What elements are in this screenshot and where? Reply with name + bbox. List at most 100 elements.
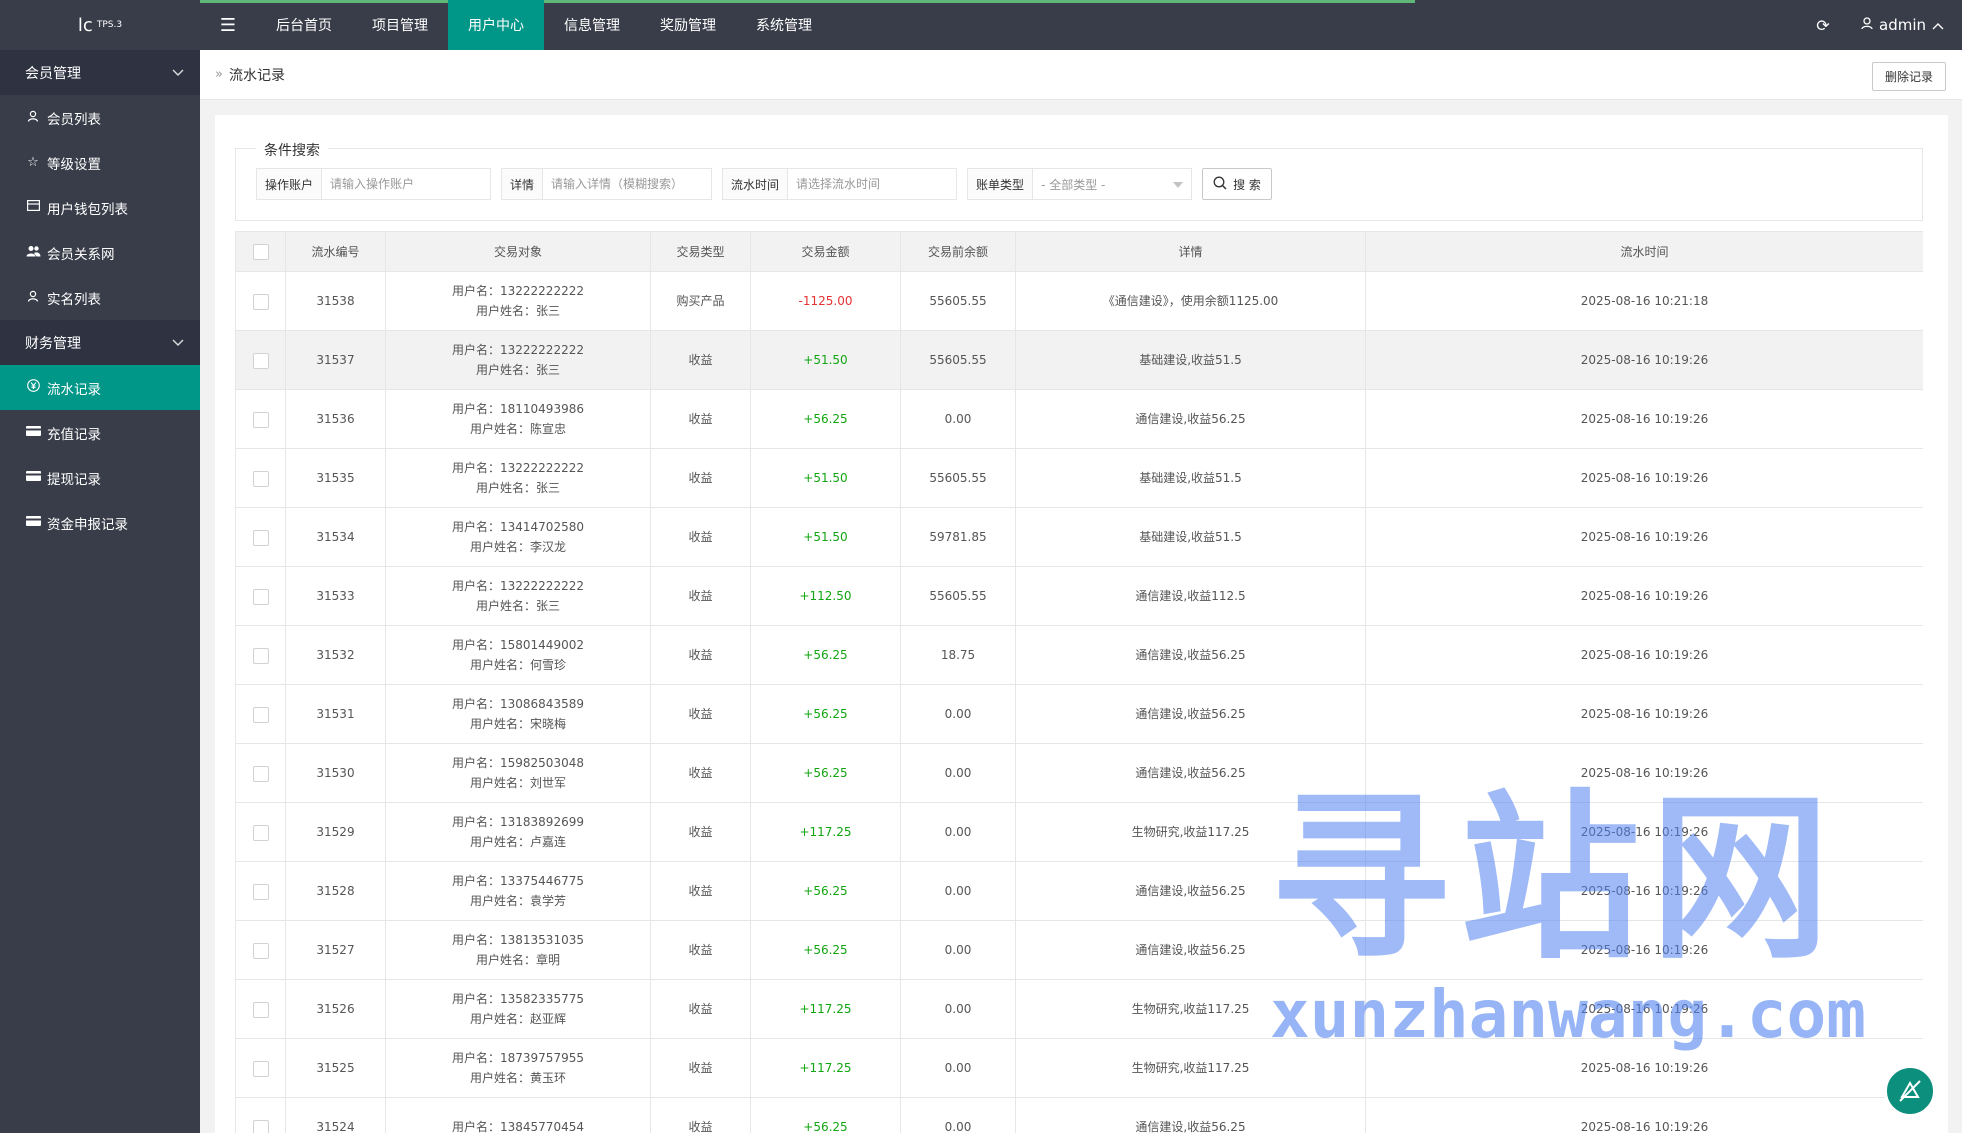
sidebar-item-recharge-records[interactable]: 充值记录	[0, 410, 200, 455]
table-row[interactable]: 31530 用户名：15982503048 用户姓名：刘世军 收益 +56.25 0.00…	[235, 743, 1923, 803]
cell-detail: 基础建设,收益51.5	[1015, 448, 1366, 508]
cell-realname: 用户姓名：刘世军	[469, 776, 566, 790]
column-header-type[interactable]: 交易类型	[650, 231, 751, 272]
cell-target: 用户名：13582335775 用户姓名：赵亚辉	[385, 979, 651, 1039]
topnav-item-home[interactable]: 后台首页	[256, 0, 352, 50]
time-input[interactable]	[788, 169, 957, 199]
row-checkbox[interactable]	[252, 470, 269, 487]
select-all-checkbox[interactable]	[252, 243, 269, 260]
row-checkbox[interactable]	[252, 1060, 269, 1077]
table-row[interactable]: 31526 用户名：13582335775 用户姓名：赵亚辉 收益 +117.25 0.0…	[235, 979, 1923, 1039]
floating-logo-icon[interactable]	[1884, 1065, 1936, 1117]
row-checkbox[interactable]	[252, 647, 269, 664]
row-checkbox[interactable]	[252, 293, 269, 310]
app-logo[interactable]: lc TPS.3	[0, 0, 200, 50]
search-legend: 条件搜索	[256, 140, 328, 160]
table-row[interactable]: 31527 用户名：13813531035 用户姓名：章明 收益 +56.25 0.00 通…	[235, 920, 1923, 980]
sidebar-group-members[interactable]: 会员管理	[0, 50, 200, 95]
sidebar-item-wallet-list[interactable]: 用户钱包列表	[0, 185, 200, 230]
topnav-item-info[interactable]: 信息管理	[544, 0, 640, 50]
user-menu[interactable]: admin	[1851, 0, 1962, 50]
topnav-item-rewards[interactable]: 奖励管理	[640, 0, 736, 50]
card-icon	[25, 470, 41, 485]
sidebar-item-member-network[interactable]: 会员关系网	[0, 230, 200, 275]
cell-username: 用户名：13813531035	[452, 933, 584, 947]
delete-records-button[interactable]: 删除记录	[1871, 62, 1946, 91]
sidebar-item-member-list[interactable]: 会员列表	[0, 95, 200, 140]
type-select[interactable]: - 全部类型 -	[1033, 169, 1191, 199]
logo-version: TPS.3	[96, 20, 123, 30]
topnav-item-user-center[interactable]: 用户中心	[448, 0, 544, 50]
cell-detail: 生物研究,收益117.25	[1015, 1038, 1366, 1098]
wallet-icon	[25, 200, 41, 215]
sidebar-group-finance[interactable]: 财务管理	[0, 320, 200, 365]
table-row[interactable]: 31524 用户名：13845770454 收益 +56.25 0.00 通信建设,收益5…	[235, 1097, 1923, 1133]
refresh-icon[interactable]: ⟳	[1795, 0, 1851, 50]
table-row[interactable]: 31533 用户名：13222222222 用户姓名：张三 收益 +112.50 5560…	[235, 566, 1923, 626]
cell-type: 收益	[650, 389, 751, 449]
cell-username: 用户名：13222222222	[452, 461, 584, 475]
cell-time: 2025-08-16 10:19:26	[1365, 448, 1923, 508]
sidebar-item-fund-declaration-records[interactable]: 资金申报记录	[0, 500, 200, 545]
sidebar-item-level-settings[interactable]: ☆ 等级设置	[0, 140, 200, 185]
table-row[interactable]: 31534 用户名：13414702580 用户姓名：李汉龙 收益 +51.50 5978…	[235, 507, 1923, 567]
column-header-before-balance[interactable]: 交易前余额	[900, 231, 1016, 272]
table-row[interactable]: 31537 用户名：13222222222 用户姓名：张三 收益 +51.50 55605…	[235, 330, 1923, 390]
row-checkbox[interactable]	[252, 942, 269, 959]
cell-type: 收益	[650, 684, 751, 744]
cell-time: 2025-08-16 10:19:26	[1365, 1097, 1923, 1133]
table-row[interactable]: 31536 用户名：18110493986 用户姓名：陈宣忠 收益 +56.25 0.00…	[235, 389, 1923, 449]
sidebar-item-realname-list[interactable]: 实名列表	[0, 275, 200, 320]
row-checkbox[interactable]	[252, 706, 269, 723]
sidebar-item-withdraw-records[interactable]: 提现记录	[0, 455, 200, 500]
detail-input[interactable]	[543, 169, 712, 199]
topnav-item-system[interactable]: 系统管理	[736, 0, 832, 50]
user-icon	[1861, 16, 1873, 34]
table-row[interactable]: 31529 用户名：13183892699 用户姓名：卢嘉连 收益 +117.25 0.0…	[235, 802, 1923, 862]
table-row[interactable]: 31538 用户名：13222222222 用户姓名：张三 购买产品 -1125.00 5…	[235, 271, 1923, 331]
row-checkbox[interactable]	[252, 1119, 269, 1133]
cell-id: 31524	[285, 1097, 386, 1133]
column-header-time[interactable]: 流水时间	[1365, 231, 1923, 272]
cell-username: 用户名：18110493986	[452, 402, 584, 416]
table-row[interactable]: 31531 用户名：13086843589 用户姓名：宋晓梅 收益 +56.25 0.00…	[235, 684, 1923, 744]
chevron-down-icon	[172, 336, 184, 350]
row-checkbox[interactable]	[252, 765, 269, 782]
account-input[interactable]	[322, 169, 491, 199]
account-field-label: 操作账户	[257, 169, 323, 199]
table-row[interactable]: 31532 用户名：15801449002 用户姓名：何雪珍 收益 +56.25 18.7…	[235, 625, 1923, 685]
table-row[interactable]: 31528 用户名：13375446775 用户姓名：袁学芳 收益 +56.25 0.00…	[235, 861, 1923, 921]
table-row[interactable]: 31525 用户名：18739757955 用户姓名：黄玉环 收益 +117.25 0.0…	[235, 1038, 1923, 1098]
row-checkbox[interactable]	[252, 411, 269, 428]
cell-realname: 用户姓名：张三	[475, 599, 560, 613]
cell-detail: 通信建设,收益56.25	[1015, 920, 1366, 980]
column-header-id[interactable]: 流水编号	[285, 231, 386, 272]
topnav-item-projects[interactable]: 项目管理	[352, 0, 448, 50]
row-checkbox[interactable]	[252, 529, 269, 546]
cell-detail: 通信建设,收益56.25	[1015, 389, 1366, 449]
top-header: lc TPS.3 ☰ 后台首页 项目管理 用户中心 信息管理 奖励管理 系统管理 …	[0, 0, 1962, 50]
table-row[interactable]: 31535 用户名：13222222222 用户姓名：张三 收益 +51.50 55605…	[235, 448, 1923, 508]
sidebar-item-flow-records[interactable]: 流水记录	[0, 365, 200, 410]
sidebar-item-label: 充值记录	[47, 426, 101, 443]
search-button-label: 搜 索	[1233, 177, 1261, 192]
cell-realname: 用户姓名：张三	[475, 481, 560, 495]
row-checkbox[interactable]	[252, 1001, 269, 1018]
column-header-amount[interactable]: 交易金额	[750, 231, 901, 272]
search-button[interactable]: 搜 索	[1202, 168, 1272, 200]
column-header-target[interactable]: 交易对象	[385, 231, 651, 272]
search-panel: 条件搜索 操作账户 详情 流水时间 账单类型 - 全部类型 -	[235, 140, 1923, 221]
time-field: 流水时间	[722, 168, 958, 200]
cell-type: 收益	[650, 979, 751, 1039]
menu-toggle-icon[interactable]: ☰	[200, 0, 256, 50]
cell-amount: +56.25	[750, 920, 901, 980]
cell-username: 用户名：13375446775	[452, 874, 584, 888]
cell-before-balance: 59781.85	[900, 507, 1016, 567]
cell-amount: +56.25	[750, 861, 901, 921]
logo-text: lc	[77, 14, 93, 36]
row-checkbox[interactable]	[252, 824, 269, 841]
row-checkbox[interactable]	[252, 588, 269, 605]
row-checkbox[interactable]	[252, 352, 269, 369]
column-header-detail[interactable]: 详情	[1015, 231, 1366, 272]
row-checkbox[interactable]	[252, 883, 269, 900]
